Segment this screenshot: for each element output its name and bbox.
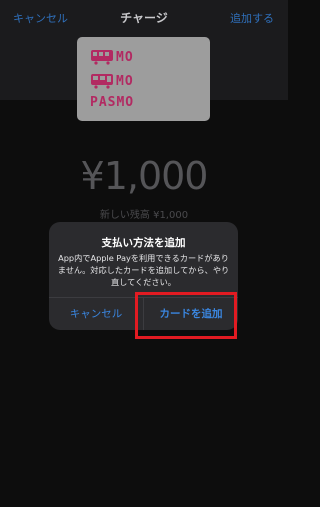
card-logo-row-2: MO xyxy=(90,73,134,89)
new-balance-label: 新しい残高 ¥1,000 xyxy=(99,210,189,221)
alert-message: App内でApple Payを利用できるカードがありません。対応したカードを追加… xyxy=(57,253,230,287)
pasmo-card: MO MO PASMO xyxy=(77,37,210,121)
charge-amount: ¥1,000 xyxy=(80,154,209,198)
bus-icon xyxy=(91,74,113,89)
train-icon xyxy=(91,50,113,65)
card-logo-text-2: MO xyxy=(116,73,134,89)
card-logo-row-1: MO xyxy=(90,49,134,65)
nav-add-button[interactable]: 追加する xyxy=(230,10,274,26)
alert-title: 支払い方法を追加 xyxy=(101,237,186,249)
card-logo-text-1: MO xyxy=(116,49,134,65)
card-brand-text: PASMO xyxy=(90,95,135,110)
alert-cancel-button[interactable]: キャンセル xyxy=(49,298,143,330)
highlight-box xyxy=(135,292,237,339)
nav-bar: キャンセル チャージ 追加する xyxy=(0,0,288,36)
